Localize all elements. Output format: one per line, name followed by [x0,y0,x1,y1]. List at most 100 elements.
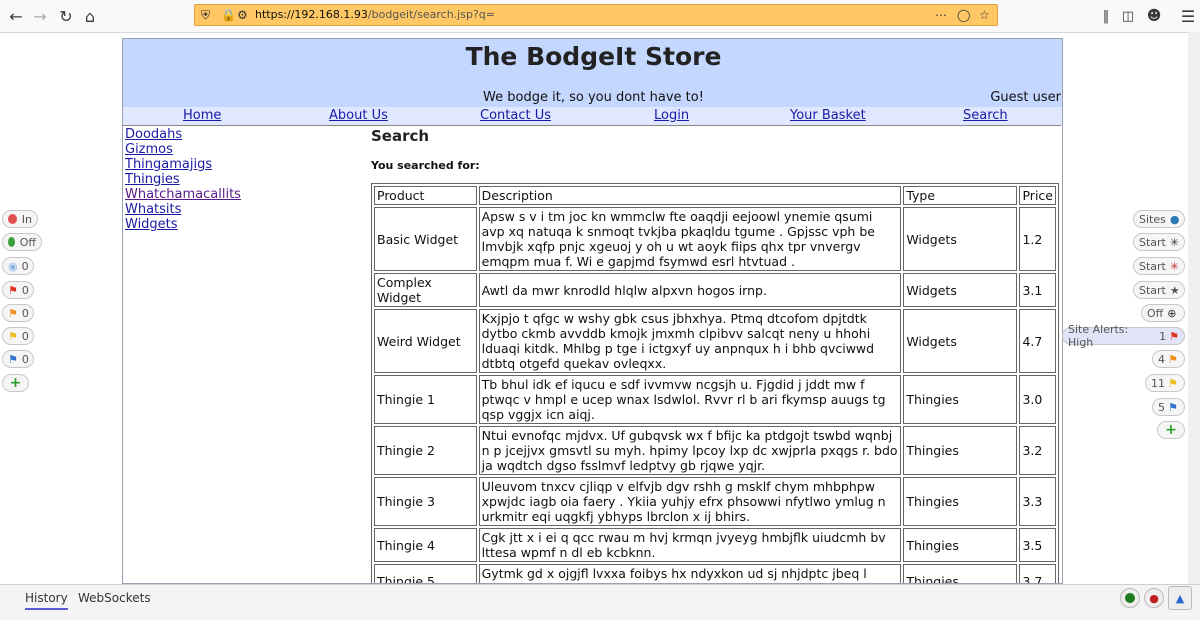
product-type: Widgets [903,309,1018,373]
page-scrollbar[interactable] [1188,32,1200,584]
zap-low-alerts-button[interactable]: ⚑ 0 [2,327,34,345]
url-bar[interactable]: ⛨ 🔒 ⚙ https://192.168.1.93/bodgeit/searc… [194,4,998,26]
zap-info-alerts-button[interactable]: ◉ 0 [2,257,34,275]
plus-icon: + [1165,422,1177,438]
table-row: Thingie 2 Ntui evnofqc mjdvx. Uf gubqvsk… [374,426,1056,475]
zap-informational-count: 0 [21,352,29,366]
store-title: The BodgeIt Store [465,42,722,71]
category-whatchamacallits[interactable]: Whatchamacallits [125,187,325,202]
ajax-spider-icon: ✳ [1169,259,1180,273]
reload-icon[interactable]: ↻ [54,4,78,28]
yellow-flag-icon: ⚑ [8,329,18,343]
category-doodahs[interactable]: Doodahs [125,127,325,142]
zap-bottom-panel: History WebSockets ● ▲ [0,584,1200,620]
zap-spider-button[interactable]: Start ✳ [1133,233,1185,251]
bug-icon: ● [1149,591,1159,605]
nav-your-basket[interactable]: Your Basket [790,108,866,123]
table-row: Thingie 4 Cgk jtt x i ei q qcc rwau m hv… [374,528,1056,562]
zap-site-alerts-high-button[interactable]: Site Alerts: High 1 ⚑ [1062,323,1185,349]
robot-icon[interactable]: ⚙ [237,8,248,22]
nav-home[interactable]: Home [183,108,221,123]
table-row: Thingie 3 Uleuvom tnxcv cjliqp v elfvjb … [374,477,1056,526]
home-icon[interactable]: ⌂ [78,4,102,28]
zap-informational-alerts-button[interactable]: ⚑ 0 [2,350,34,368]
product-type: Widgets [903,273,1018,307]
product-price: 3.1 [1019,273,1056,307]
user-status: Guest user [990,90,1061,105]
zap-add-tool-left-button[interactable]: + [2,374,29,392]
zap-add-tool-right-button[interactable]: + [1157,421,1185,439]
page-actions-icon[interactable]: ⋯ [935,8,947,22]
table-row: Thingie 1 Tb bhul idk ef iqucu e sdf ivv… [374,375,1056,424]
nav-search[interactable]: Search [963,108,1008,123]
store-nav: Home About Us Contact Us Login Your Bask… [123,107,1062,125]
plus-icon: + [9,375,22,391]
pocket-icon[interactable]: ◯ [957,8,970,22]
zap-site-low-count: 11 [1151,376,1165,390]
product-price: 3.5 [1019,528,1056,562]
product-price: 1.2 [1019,207,1056,271]
expand-panel-button[interactable]: ▲ [1168,586,1192,610]
nav-contact-us[interactable]: Contact Us [480,108,551,123]
zap-site-alerts-low-button[interactable]: 11 ⚑ [1145,374,1185,392]
category-thingies[interactable]: Thingies [125,172,325,187]
table-row: Weird Widget Kxjpjo t qfgc w wshy gbk cs… [374,309,1056,373]
tab-history[interactable]: History [25,591,68,610]
orange-flag-icon: ⚑ [1168,352,1178,366]
zap-scope-label: Off [1147,306,1164,320]
category-whatsits[interactable]: Whatsits [125,202,325,217]
zap-attack-mode-button[interactable]: Off [2,233,42,251]
yellow-flag-icon: ⚑ [1168,376,1178,390]
lock-warning-icon[interactable]: 🔒 [221,8,236,22]
zap-site-alerts-info-button[interactable]: 5 ⚑ [1152,398,1185,416]
zap-scope-button[interactable]: Off ⊕ [1141,304,1185,322]
column-price: Price [1019,186,1056,205]
red-dot-icon [8,214,17,224]
product-name: Weird Widget [374,309,477,373]
nav-about-us[interactable]: About Us [329,108,388,123]
table-row: Thingie 5 Gytmk gd x ojgjfl lvxxa foibys… [374,564,1056,583]
orange-flag-icon: ⚑ [8,306,18,320]
url-text[interactable]: https://192.168.1.93/bodgeit/search.jsp?… [255,8,495,21]
zap-active-scan-button[interactable]: Start ★ [1133,281,1185,299]
category-thingamajigs[interactable]: Thingamajigs [125,157,325,172]
zap-heap-button[interactable]: ● [1144,588,1164,608]
tab-websockets[interactable]: WebSockets [78,591,151,605]
menu-icon[interactable]: ☰ [1176,4,1200,28]
account-icon[interactable]: ☻ [1142,4,1166,28]
product-description: Uleuvom tnxcv cjliqp v elfvjb dgv rshh g… [478,477,902,526]
zap-high-alerts-button[interactable]: ⚑ 0 [2,281,34,299]
zap-status-button[interactable] [1120,588,1140,608]
product-description: Kxjpjo t qfgc w wshy gbk csus jbhxhya. P… [478,309,902,373]
sidebar-icon[interactable]: ◫ [1116,4,1140,28]
zap-site-alerts-label: Site Alerts: High [1068,323,1129,349]
product-name: Thingie 4 [374,528,477,562]
zap-sites-button[interactable]: Sites ● [1133,210,1185,228]
product-type: Widgets [903,207,1018,271]
blue-flag-icon: ⚑ [8,352,18,366]
nav-login[interactable]: Login [654,108,689,123]
category-widgets[interactable]: Widgets [125,217,325,232]
column-product: Product [374,186,477,205]
category-sidebar: Doodahs Gizmos Thingamajigs Thingies Wha… [125,127,325,232]
zap-medium-alerts-button[interactable]: ⚑ 0 [2,304,34,322]
forward-icon[interactable]: → [28,4,52,28]
category-gizmos[interactable]: Gizmos [125,142,325,157]
back-icon[interactable]: ← [4,4,28,28]
url-path: /bodgeit/search.jsp?q= [367,8,495,21]
bookmark-star-icon[interactable]: ☆ [979,8,990,22]
zap-site-medium-count: 4 [1158,352,1165,366]
browser-toolbar: ← → ↻ ⌂ ⛨ 🔒 ⚙ https://192.168.1.93/bodge… [0,0,1200,33]
store-banner: The BodgeIt Store We bodge it, so you do… [123,39,1062,107]
zap-break-in-button[interactable]: In [2,210,38,228]
zap-ajax-spider-button[interactable]: Start ✳ [1133,257,1185,275]
bulb-icon: ◉ [8,259,18,273]
zap-site-alerts-medium-button[interactable]: 4 ⚑ [1152,350,1185,368]
active-scan-icon: ★ [1169,283,1180,297]
shield-icon[interactable]: ⛨ [201,8,210,23]
web-page: The BodgeIt Store We bodge it, so you do… [122,38,1063,584]
library-icon[interactable]: ‖ [1094,4,1118,28]
product-name: Thingie 3 [374,477,477,526]
product-price: 3.2 [1019,426,1056,475]
product-type: Thingies [903,375,1018,424]
